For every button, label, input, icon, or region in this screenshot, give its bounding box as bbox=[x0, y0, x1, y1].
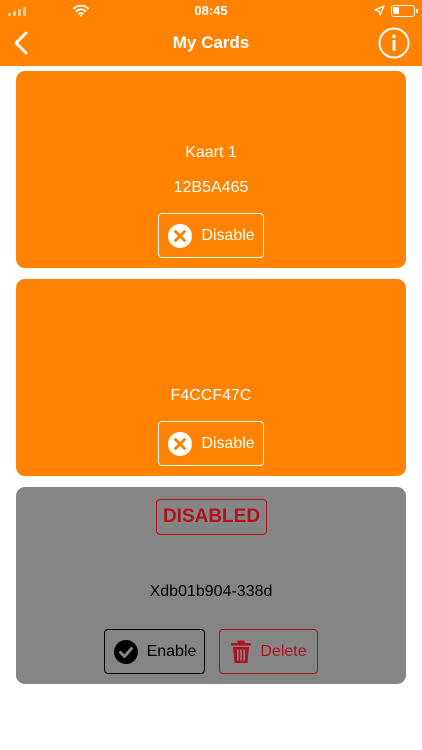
card-3: DISABLED Xdb01b904-338d Enable Delete bbox=[16, 487, 406, 684]
disable-button-label: Disable bbox=[201, 434, 255, 452]
disable-button-label: Disable bbox=[201, 226, 255, 244]
cancel-circle-icon bbox=[168, 431, 193, 456]
delete-button-label: Delete bbox=[260, 642, 307, 660]
trash-icon bbox=[231, 640, 252, 663]
battery-icon bbox=[391, 5, 418, 17]
page-title: My Cards bbox=[172, 33, 250, 52]
delete-button[interactable]: Delete bbox=[219, 629, 318, 674]
card-id: Xdb01b904-338d bbox=[149, 583, 273, 600]
card-id: 12B5A465 bbox=[173, 179, 249, 196]
disable-button[interactable]: Disable bbox=[158, 421, 264, 466]
card-2: F4CCF47C Disable bbox=[16, 279, 406, 476]
check-circle-icon bbox=[113, 639, 138, 664]
cancel-circle-icon bbox=[168, 223, 193, 248]
status-time: 08:45 bbox=[194, 3, 228, 18]
card-name: Kaart 1 bbox=[185, 144, 237, 161]
disable-button[interactable]: Disable bbox=[158, 213, 264, 258]
status-bar: 08:45 bbox=[0, 0, 422, 22]
status-badge: DISABLED bbox=[156, 499, 267, 535]
card-1: Kaart 1 12B5A465 Disable bbox=[16, 71, 406, 268]
card-id: F4CCF47C bbox=[170, 387, 252, 404]
location-arrow-icon bbox=[374, 5, 385, 16]
enable-button-label: Enable bbox=[146, 642, 197, 660]
info-icon[interactable] bbox=[378, 27, 410, 59]
enable-button[interactable]: Enable bbox=[104, 629, 205, 674]
app-header: 08:45 My Cards bbox=[0, 0, 422, 66]
